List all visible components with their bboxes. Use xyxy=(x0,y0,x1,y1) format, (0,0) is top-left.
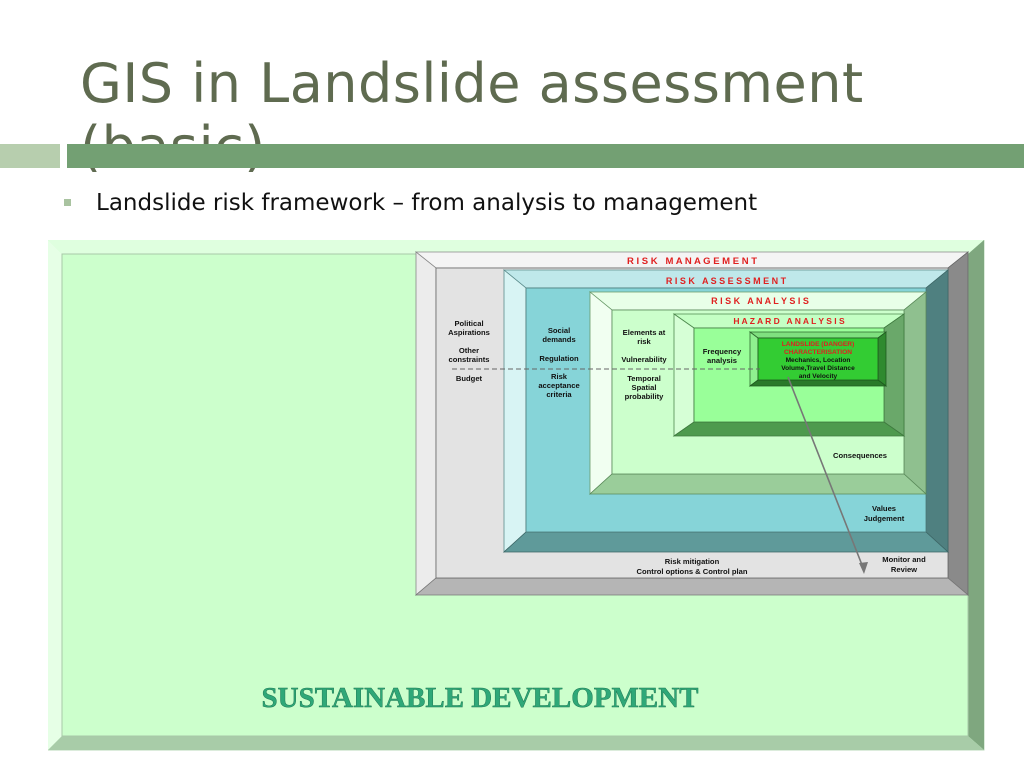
frame-bevel-right xyxy=(968,240,984,750)
other-line-1: Other xyxy=(459,346,479,355)
analysis-bevel-right xyxy=(903,291,927,495)
political-line-1: Political xyxy=(454,319,483,328)
accent-bar-right xyxy=(67,144,1024,168)
vulnerability-label: Vulnerability xyxy=(621,355,667,364)
frame-bevel-left xyxy=(48,240,62,750)
risk-accept-line-3: criteria xyxy=(546,390,572,399)
values-line-2: Judgement xyxy=(864,514,905,523)
landslide-line-4: Volume,Travel Distance xyxy=(781,365,855,372)
landslide-line-1: LANDSLIDE (DANGER) xyxy=(782,341,855,348)
temporal-line-3: probability xyxy=(625,392,665,401)
mgmt-bevel-bottom xyxy=(414,577,970,596)
assess-bevel-left xyxy=(503,269,527,553)
accent-bar-left xyxy=(0,144,60,168)
elements-line-1: Elements at xyxy=(623,328,666,337)
monitor-line-2: Review xyxy=(891,565,917,574)
mitigation-line-2: Control options & Control plan xyxy=(637,567,748,576)
social-line-1: Social xyxy=(548,326,570,335)
risk-accept-line-2: acceptance xyxy=(538,381,579,390)
frequency-line-1: Frequency xyxy=(703,347,742,356)
budget-label: Budget xyxy=(456,374,483,383)
landslide-line-5: and Velocity xyxy=(799,373,838,380)
analysis-bevel-bottom xyxy=(588,473,928,495)
landslide-bevel-left xyxy=(749,331,759,387)
temporal-line-2: Spatial xyxy=(632,383,657,392)
landslide-bevel-right xyxy=(877,331,887,387)
landslide-line-3: Mechanics, Location xyxy=(786,357,851,364)
hazard-bevel-bottom xyxy=(672,421,906,437)
mitigation-line-1: Risk mitigation xyxy=(665,557,720,566)
frequency-line-2: analysis xyxy=(707,356,737,365)
bullet-marker-icon xyxy=(64,199,71,206)
mgmt-bevel-right xyxy=(947,251,969,596)
regulation-label: Regulation xyxy=(539,354,579,363)
landslide-line-2: CHARACTERISATION xyxy=(784,349,852,356)
consequences-label: Consequences xyxy=(833,451,887,460)
other-line-2: constraints xyxy=(449,355,490,364)
hazard-analysis-label: H A Z A R D A N A L Y S I S xyxy=(733,316,845,326)
risk-framework-diagram: R I S K M A N A G E M E N T R I S K A S … xyxy=(48,240,985,751)
assess-bevel-right xyxy=(925,269,949,553)
sustainable-development-label: SUSTAINABLE DEVELOPMENT xyxy=(262,682,699,714)
temporal-line-1: Temporal xyxy=(627,374,661,383)
risk-management-label: R I S K M A N A G E M E N T xyxy=(627,256,757,267)
social-line-2: demands xyxy=(542,335,575,344)
risk-accept-line-1: Risk xyxy=(551,372,568,381)
risk-assessment-label: R I S K A S S E S S M E N T xyxy=(666,276,787,286)
elements-line-2: risk xyxy=(637,337,651,346)
mgmt-bevel-left xyxy=(415,251,437,596)
landslide-bevel-bottom xyxy=(748,379,888,387)
monitor-line-1: Monitor and xyxy=(882,555,926,564)
hazard-bevel-right xyxy=(883,313,905,437)
hazard-bevel-left xyxy=(673,313,695,437)
assess-bevel-bottom xyxy=(502,531,950,553)
bullet-text: Landslide risk framework – from analysis… xyxy=(96,190,758,216)
political-line-2: Aspirations xyxy=(448,328,490,337)
frame-bevel-bottom xyxy=(48,736,984,750)
landslide-bevel-top xyxy=(748,331,888,339)
risk-analysis-label: R I S K A N A L Y S I S xyxy=(711,296,809,306)
analysis-bevel-left xyxy=(589,291,613,495)
values-line-1: Values xyxy=(872,504,896,513)
